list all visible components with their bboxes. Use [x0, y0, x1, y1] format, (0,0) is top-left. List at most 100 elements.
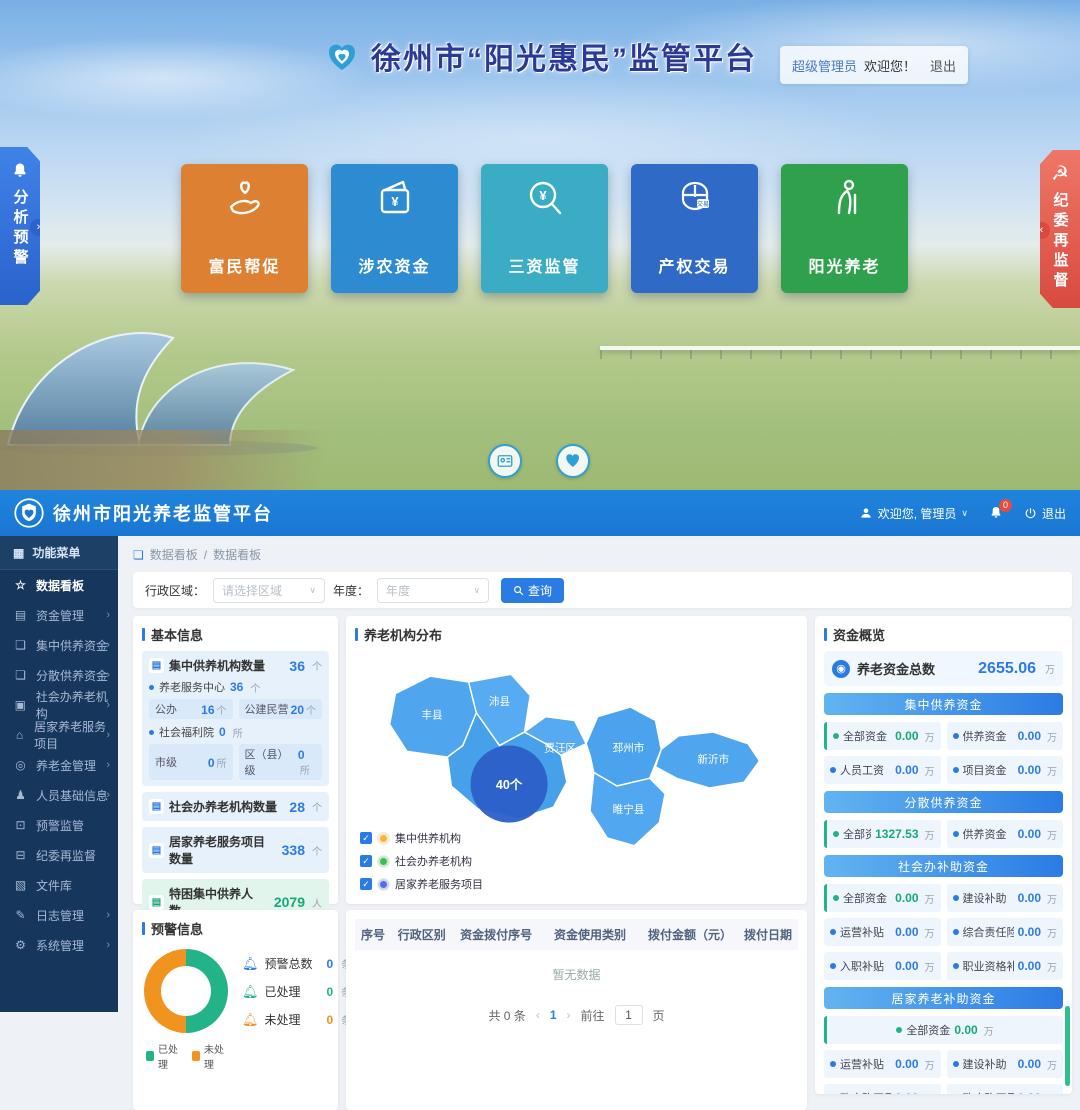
sidebar-item-label: 人员基础信息 — [36, 787, 108, 804]
tile-fumin-bangcu[interactable]: 富民帮促 — [181, 164, 308, 293]
discipline-supervision-tab[interactable]: ☭ 纪委再监督 ‹ — [1040, 150, 1080, 308]
chevron-down-icon: ∨ — [961, 508, 968, 519]
tile-shenong-zijin[interactable]: ¥ 涉农资金 — [331, 164, 458, 293]
sidebar-item-home-care-projects[interactable]: ⌂ 居家养老服务项目 › — [0, 720, 118, 750]
stat-unit: 个 — [312, 799, 322, 814]
legend-centralized-institutions[interactable]: ✓ 集中供养机构 — [360, 830, 483, 846]
sidebar-item-system-management[interactable]: ⚙ 系统管理 › — [0, 930, 118, 960]
person-icon: ♟ — [13, 788, 28, 802]
expand-left-icon[interactable]: ‹ — [1033, 222, 1050, 239]
dashboard-title: 徐州市阳光养老监管平台 — [53, 500, 273, 526]
welcome-text: 欢迎您, 管理员 — [878, 505, 957, 522]
analysis-warning-tab[interactable]: 分析预警 › — [0, 147, 40, 305]
prev-page-icon[interactable]: ‹ — [536, 1008, 540, 1022]
doc-badge-icon: ▤ — [149, 658, 164, 673]
hero-logout-button[interactable]: 退出 — [930, 56, 956, 75]
sidebar-item-decentralized-fund[interactable]: ❏ 分散供养资金 › — [0, 660, 118, 690]
district-label: 新沂市 — [697, 753, 729, 766]
chevron-right-icon: › — [106, 729, 110, 741]
logout-label: 退出 — [1042, 505, 1066, 522]
discipline-supervision-label: 纪委再监督 — [1050, 192, 1071, 292]
tile-sanzi-jianguan[interactable]: ¥ 三资监管 — [481, 164, 608, 293]
fund-cell: 职业资格补贴0.00万 — [947, 952, 1064, 980]
legend-label: 社会办养老机构 — [395, 853, 472, 869]
goto-page-input[interactable] — [615, 1005, 643, 1025]
stat-label: 社会办养老机构数量 — [169, 798, 277, 815]
year-select-placeholder: 年度 — [386, 582, 410, 599]
fund-cell: 运营补贴0.00万 — [824, 918, 941, 946]
hero-tile-row: 富民帮促 ¥ 涉农资金 ¥ 三资监管 交易 — [181, 164, 908, 293]
stat-chip: 公建民营 20个 — [239, 699, 323, 719]
hero-user-box: 超级管理员 欢迎您！ 退出 — [780, 46, 968, 84]
svg-text:交易: 交易 — [696, 200, 708, 208]
breadcrumb-current: 数据看板 — [213, 546, 261, 563]
logout-button[interactable]: 退出 — [1024, 505, 1066, 522]
chevron-right-icon: › — [106, 699, 110, 711]
warning-unprocessed-row: 🔔︎ 未处理 0 条 — [242, 1011, 351, 1028]
sidebar-item-label: 预警监管 — [36, 817, 84, 834]
search-button[interactable]: 查询 — [501, 578, 564, 603]
tile-chanquan-jiaoyi[interactable]: 交易 产权交易 — [631, 164, 758, 293]
year-select[interactable]: 年度 ∨ — [377, 578, 489, 603]
total-count: 共 0 条 — [488, 1007, 525, 1024]
expand-right-icon[interactable]: › — [30, 219, 47, 236]
sidebar-item-data-board[interactable]: ☆ 数据看板 — [0, 570, 118, 600]
tile-yangguang-yanglao[interactable]: 阳光养老 — [781, 164, 908, 293]
current-page[interactable]: 1 — [550, 1008, 557, 1022]
chevron-down-icon: ∨ — [473, 585, 480, 596]
social-institutions-panel: ▤ 社会办养老机构数量 28 个 — [142, 792, 329, 821]
hero-banner: 徐州市“阳光惠民”监管平台 超级管理员 欢迎您！ 退出 富民帮促 ¥ 涉农资金 — [0, 0, 1080, 490]
year-filter-label: 年度： — [333, 582, 369, 599]
doc-badge-icon: ▤ — [149, 799, 164, 814]
care-heart-float-button[interactable] — [556, 444, 590, 478]
checkbox-checked-icon[interactable]: ✓ — [360, 855, 372, 867]
tile-label: 产权交易 — [658, 253, 730, 277]
centralized-institutions-panel: ▤ 集中供养机构数量 36 个 养老服务中心 36 个 公办 — [142, 651, 329, 786]
chip-label: 市级 — [155, 754, 177, 770]
region-select[interactable]: 请选择区域 ∨ — [213, 578, 325, 603]
fund-cell: 政府购买居家信息0.00万 — [947, 1084, 1064, 1094]
platform-logo — [323, 37, 361, 75]
sidebar-item-label: 资金管理 — [36, 607, 84, 624]
elderly-person-icon — [819, 173, 871, 225]
user-menu[interactable]: 欢迎您, 管理员 ∨ — [859, 505, 968, 522]
chip-unit: 所 — [217, 759, 227, 770]
chip-value: 0 — [298, 748, 305, 762]
stat-label: 居家养老服务项目数量 — [169, 833, 272, 867]
breadcrumb-root[interactable]: 数据看板 — [150, 546, 198, 563]
section-bar-home-care-subsidy: 居家养老补助资金 — [824, 987, 1063, 1009]
fund-cell: 人员工资0.00万 — [824, 756, 941, 784]
stat-value: 0 — [327, 985, 334, 999]
total-funds-row: ◉ 养老资金总数 2655.06 万 — [824, 651, 1063, 686]
wallet-icon: ▤ — [13, 608, 28, 622]
sidebar-item-centralized-fund[interactable]: ❏ 集中供养资金 › — [0, 630, 118, 660]
next-page-icon[interactable]: › — [567, 1008, 571, 1022]
notifications-button[interactable]: 0 — [988, 505, 1004, 521]
scrollbar-thumb[interactable] — [1065, 1006, 1070, 1086]
sidebar-item-log-management[interactable]: ✎ 日志管理 › — [0, 900, 118, 930]
section-bar-centralized: 集中供养资金 — [824, 693, 1063, 715]
sidebar-item-discipline-supervision[interactable]: ⊟ 纪委再监督 — [0, 840, 118, 870]
sidebar-item-personnel-info[interactable]: ♟ 人员基础信息 › — [0, 780, 118, 810]
column-header: 资金使用类别 — [548, 919, 642, 950]
legend-social-institutions[interactable]: ✓ 社会办养老机构 — [360, 853, 483, 869]
sidebar-item-warning-supervision[interactable]: ⊡ 预警监管 — [0, 810, 118, 840]
legend-home-care-projects[interactable]: ✓ 居家养老服务项目 — [360, 876, 483, 892]
column-header: 拨付日期 — [738, 919, 798, 950]
checkbox-checked-icon[interactable]: ✓ — [360, 878, 372, 890]
chevron-right-icon: › — [106, 759, 110, 771]
stat-label: 预警总数 — [265, 955, 321, 972]
breadcrumb-separator: / — [204, 548, 207, 562]
id-card-float-button[interactable] — [488, 444, 522, 478]
sidebar-item-social-institutions[interactable]: ▣ 社会办养老机构 › — [0, 690, 118, 720]
chip-unit: 所 — [300, 766, 310, 777]
sidebar-item-pension-management[interactable]: ◎ 养老金管理 › — [0, 750, 118, 780]
document-icon: ❏ — [133, 548, 144, 562]
sidebar-item-fund-management[interactable]: ▤ 资金管理 › — [0, 600, 118, 630]
sidebar-item-file-library[interactable]: ▧ 文件库 — [0, 870, 118, 900]
checkbox-checked-icon[interactable]: ✓ — [360, 832, 372, 844]
sidebar-nav: ▦ 功能菜单 ☆ 数据看板 ▤ 资金管理 › ❏ 集中供养资金 › ❏ 分散供养… — [0, 536, 118, 1012]
district-label: 睢宁县 — [613, 803, 645, 816]
hero-user-name: 超级管理员 — [792, 56, 857, 75]
hand-heart-icon — [219, 173, 271, 225]
